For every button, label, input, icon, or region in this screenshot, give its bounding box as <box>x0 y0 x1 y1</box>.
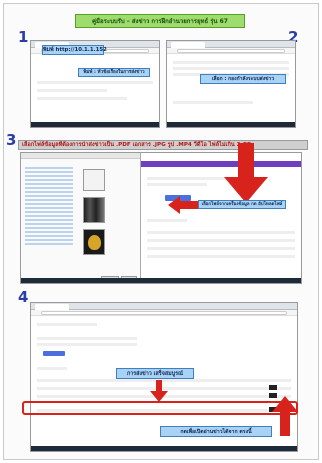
windows-taskbar <box>31 122 159 127</box>
gold-emblem-thumbnail[interactable] <box>83 229 105 255</box>
upload-web-app <box>141 153 301 283</box>
file-open-dialog <box>21 153 141 283</box>
step2-screenshot <box>166 40 296 128</box>
up-arrow-icon <box>272 396 298 436</box>
completed-row-highlight <box>22 401 298 415</box>
left-arrow-icon <box>168 196 198 214</box>
document-thumbnail[interactable] <box>83 169 105 191</box>
step-number-3: 3 <box>6 131 17 149</box>
upload-button-step4[interactable] <box>43 351 65 356</box>
tab-callout: พิมพ์ : หัวข้อเรื่องในการส่งข่าว <box>78 68 150 77</box>
image-thumbnail[interactable] <box>83 197 105 223</box>
step-number-1: 1 <box>18 28 29 46</box>
step-number-4: 4 <box>18 288 29 306</box>
manual-title: คู่มือระบบรับ – ส่งข่าว การฝึกอำนวยการยุ… <box>75 14 245 28</box>
down-arrow-icon <box>224 143 268 203</box>
open-news-callout: กดเพื่อเปิดอ่านข่าวได้จาก ตรงนี้ <box>160 426 272 437</box>
select-unit-callout: เลือก : กองกำลังระบบส่งข่าว <box>200 74 286 84</box>
send-complete-callout: การส่งข่าว เสร็จสมบูรณ์ <box>116 368 194 379</box>
url-callout: พิมพ์ http://10.1.1.152 <box>42 45 107 55</box>
upload-file-callout: เลือกไฟล์จากเครื่องข้อมูล กด อัปโหลดไฟล์ <box>198 200 286 209</box>
down-arrow-small-icon <box>150 380 168 402</box>
view-button-1[interactable] <box>269 385 277 390</box>
